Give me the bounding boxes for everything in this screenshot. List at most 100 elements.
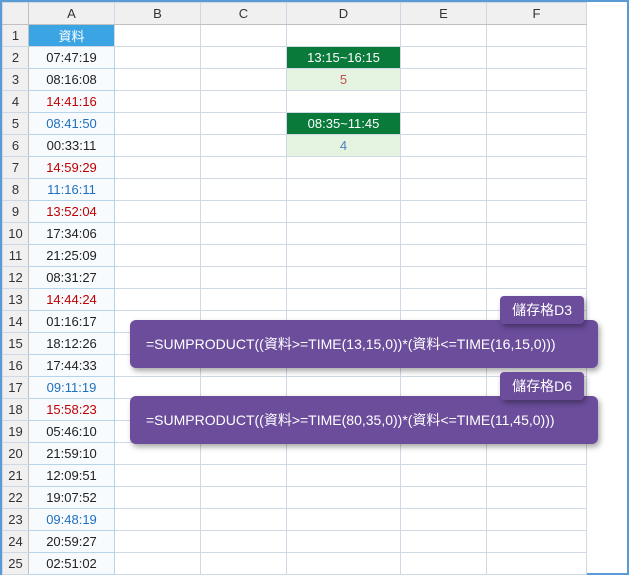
- cell[interactable]: 08:41:50: [29, 113, 115, 135]
- cell[interactable]: [115, 157, 201, 179]
- row-header[interactable]: 12: [3, 267, 29, 289]
- cell[interactable]: 08:16:08: [29, 69, 115, 91]
- col-header-C[interactable]: C: [201, 3, 287, 25]
- row-header[interactable]: 15: [3, 333, 29, 355]
- cell[interactable]: [487, 443, 587, 465]
- cell[interactable]: [201, 531, 287, 553]
- row-header[interactable]: 6: [3, 135, 29, 157]
- cell[interactable]: [287, 553, 401, 575]
- cell[interactable]: [287, 201, 401, 223]
- cell[interactable]: [401, 91, 487, 113]
- cell[interactable]: [287, 157, 401, 179]
- col-header-D[interactable]: D: [287, 3, 401, 25]
- row-header[interactable]: 7: [3, 157, 29, 179]
- cell[interactable]: [201, 553, 287, 575]
- cell[interactable]: [115, 289, 201, 311]
- cell[interactable]: [115, 531, 201, 553]
- cell[interactable]: [201, 113, 287, 135]
- row-header[interactable]: 17: [3, 377, 29, 399]
- cell[interactable]: 20:59:27: [29, 531, 115, 553]
- cell[interactable]: [287, 91, 401, 113]
- row-header[interactable]: 8: [3, 179, 29, 201]
- cell[interactable]: [487, 25, 587, 47]
- cell[interactable]: 07:47:19: [29, 47, 115, 69]
- cell[interactable]: 17:44:33: [29, 355, 115, 377]
- row-header[interactable]: 24: [3, 531, 29, 553]
- row-header[interactable]: 16: [3, 355, 29, 377]
- cell[interactable]: [287, 179, 401, 201]
- row-header[interactable]: 23: [3, 509, 29, 531]
- col-header-E[interactable]: E: [401, 3, 487, 25]
- cell[interactable]: 08:31:27: [29, 267, 115, 289]
- cell[interactable]: [201, 47, 287, 69]
- cell[interactable]: 21:59:10: [29, 443, 115, 465]
- cell[interactable]: 02:51:02: [29, 553, 115, 575]
- cell[interactable]: 09:48:19: [29, 509, 115, 531]
- row-header[interactable]: 1: [3, 25, 29, 47]
- result-cell[interactable]: 4: [287, 135, 401, 157]
- cell[interactable]: [287, 289, 401, 311]
- row-header[interactable]: 9: [3, 201, 29, 223]
- cell[interactable]: 14:41:16: [29, 91, 115, 113]
- cell[interactable]: [401, 465, 487, 487]
- cell[interactable]: [401, 267, 487, 289]
- cell[interactable]: 17:34:06: [29, 223, 115, 245]
- row-header[interactable]: 4: [3, 91, 29, 113]
- cell[interactable]: [201, 69, 287, 91]
- col-header-F[interactable]: F: [487, 3, 587, 25]
- row-header[interactable]: 19: [3, 421, 29, 443]
- cell[interactable]: [401, 531, 487, 553]
- cell[interactable]: [401, 25, 487, 47]
- row-header[interactable]: 20: [3, 443, 29, 465]
- cell[interactable]: 09:11:19: [29, 377, 115, 399]
- cell[interactable]: [115, 223, 201, 245]
- cell[interactable]: [201, 223, 287, 245]
- cell[interactable]: [487, 223, 587, 245]
- col-header-A[interactable]: A: [29, 3, 115, 25]
- cell[interactable]: 11:16:11: [29, 179, 115, 201]
- row-header[interactable]: 3: [3, 69, 29, 91]
- cell[interactable]: [487, 135, 587, 157]
- cell[interactable]: [201, 201, 287, 223]
- range-label-cell[interactable]: 13:15~16:15: [287, 47, 401, 69]
- cell[interactable]: [115, 179, 201, 201]
- cell[interactable]: [115, 245, 201, 267]
- cell[interactable]: [487, 91, 587, 113]
- cell[interactable]: [401, 509, 487, 531]
- cell[interactable]: 15:58:23: [29, 399, 115, 421]
- row-header[interactable]: 22: [3, 487, 29, 509]
- cell[interactable]: [115, 267, 201, 289]
- cell[interactable]: [401, 179, 487, 201]
- cell[interactable]: [115, 465, 201, 487]
- row-header[interactable]: 13: [3, 289, 29, 311]
- cell[interactable]: 05:46:10: [29, 421, 115, 443]
- row-header[interactable]: 25: [3, 553, 29, 575]
- cell[interactable]: 01:16:17: [29, 311, 115, 333]
- cell[interactable]: [201, 179, 287, 201]
- cell[interactable]: [487, 201, 587, 223]
- cell[interactable]: [201, 91, 287, 113]
- cell[interactable]: 21:25:09: [29, 245, 115, 267]
- cell[interactable]: [115, 509, 201, 531]
- cell[interactable]: [487, 267, 587, 289]
- cell[interactable]: [487, 487, 587, 509]
- cell[interactable]: [401, 443, 487, 465]
- cell[interactable]: [115, 47, 201, 69]
- cell[interactable]: [115, 553, 201, 575]
- row-header[interactable]: 2: [3, 47, 29, 69]
- row-header[interactable]: 11: [3, 245, 29, 267]
- cell[interactable]: [287, 443, 401, 465]
- cell[interactable]: [401, 157, 487, 179]
- row-header[interactable]: 21: [3, 465, 29, 487]
- cell[interactable]: [287, 531, 401, 553]
- cell[interactable]: [115, 69, 201, 91]
- cell[interactable]: [115, 201, 201, 223]
- cell[interactable]: [487, 531, 587, 553]
- cell[interactable]: [287, 223, 401, 245]
- cell[interactable]: [287, 509, 401, 531]
- cell[interactable]: [401, 553, 487, 575]
- cell[interactable]: [487, 113, 587, 135]
- cell[interactable]: [487, 69, 587, 91]
- cell[interactable]: [115, 487, 201, 509]
- cell[interactable]: 00:33:11: [29, 135, 115, 157]
